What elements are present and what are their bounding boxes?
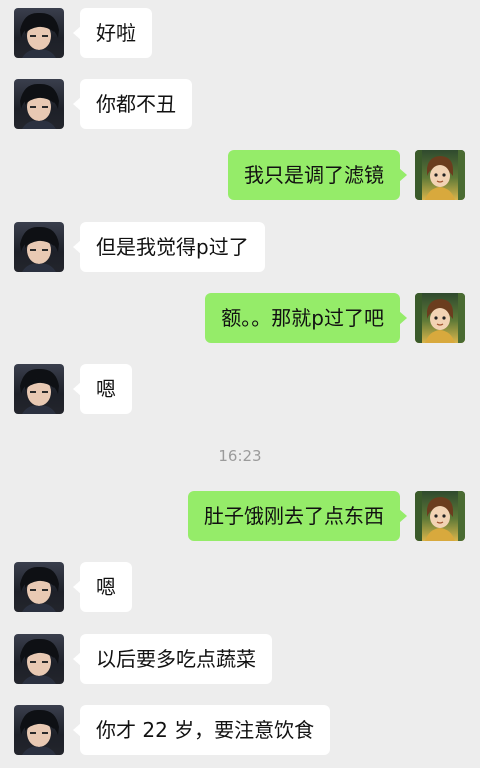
message-row: 嗯 bbox=[0, 562, 480, 614]
message-row: 你都不丑 bbox=[0, 79, 480, 131]
contact-avatar[interactable] bbox=[14, 634, 64, 684]
message-bubble[interactable]: 肚子饿刚去了点东西 bbox=[188, 491, 407, 541]
contact-avatar[interactable] bbox=[14, 79, 64, 129]
message-bubble[interactable]: 额。。那就p过了吧 bbox=[205, 293, 407, 343]
contact-avatar[interactable] bbox=[14, 705, 64, 755]
message-row: 但是我觉得p过了 bbox=[0, 222, 480, 274]
message-bubble[interactable]: 但是我觉得p过了 bbox=[73, 222, 265, 272]
self-avatar[interactable] bbox=[415, 293, 465, 343]
message-row: 嗯 bbox=[0, 364, 480, 416]
message-bubble[interactable]: 嗯 bbox=[73, 562, 132, 612]
self-avatar[interactable] bbox=[415, 491, 465, 541]
contact-avatar[interactable] bbox=[14, 562, 64, 612]
message-row: 肚子饿刚去了点东西 bbox=[0, 491, 480, 543]
message-row: 额。。那就p过了吧 bbox=[0, 293, 480, 345]
message-row: 以后要多吃点蔬菜 bbox=[0, 634, 480, 686]
message-bubble[interactable]: 我只是调了滤镜 bbox=[228, 150, 407, 200]
message-row: 你才 22 岁，要注意饮食 bbox=[0, 705, 480, 757]
contact-avatar[interactable] bbox=[14, 8, 64, 58]
contact-avatar[interactable] bbox=[14, 222, 64, 272]
message-bubble[interactable]: 你才 22 岁，要注意饮食 bbox=[72, 705, 331, 755]
contact-avatar[interactable] bbox=[14, 364, 64, 414]
chat-timestamp: 16:23 bbox=[218, 447, 262, 465]
message-bubble[interactable]: 以后要多吃点蔬菜 bbox=[73, 634, 272, 684]
message-bubble[interactable]: 你都不丑 bbox=[73, 79, 192, 129]
message-row: 我只是调了滤镜 bbox=[0, 150, 480, 202]
message-bubble[interactable]: 好啦 bbox=[73, 8, 152, 58]
message-row: 好啦 bbox=[0, 8, 480, 60]
message-bubble[interactable]: 嗯 bbox=[73, 364, 132, 414]
self-avatar[interactable] bbox=[415, 150, 465, 200]
